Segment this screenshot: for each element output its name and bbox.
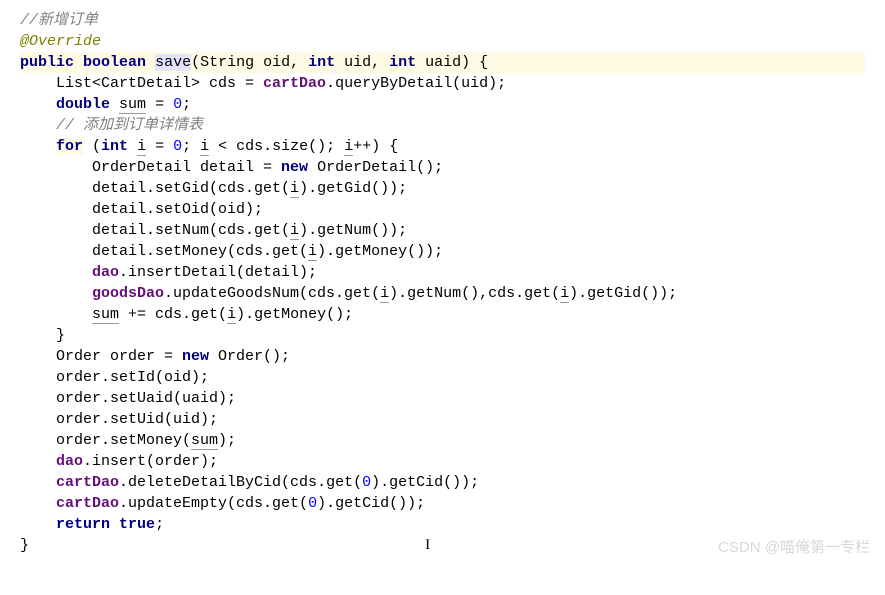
code-line: sum += cds.get(i).getMoney(); bbox=[20, 304, 865, 325]
code-line: double sum = 0; bbox=[20, 94, 865, 115]
code-line: order.setMoney(sum); bbox=[20, 430, 865, 451]
code-line: dao.insertDetail(detail); bbox=[20, 262, 865, 283]
code-line: detail.setNum(cds.get(i).getNum()); bbox=[20, 220, 865, 241]
code-line: cartDao.deleteDetailByCid(cds.get(0).get… bbox=[20, 472, 865, 493]
code-line: goodsDao.updateGoodsNum(cds.get(i).getNu… bbox=[20, 283, 865, 304]
code-line: detail.setOid(oid); bbox=[20, 199, 865, 220]
code-line: } bbox=[20, 325, 865, 346]
code-line: order.setUid(uid); bbox=[20, 409, 865, 430]
code-line: List<CartDetail> cds = cartDao.queryByDe… bbox=[20, 73, 865, 94]
code-editor[interactable]: //新增订单 @Override public boolean save(Str… bbox=[20, 10, 865, 556]
code-line: OrderDetail detail = new OrderDetail(); bbox=[20, 157, 865, 178]
code-line: for (int i = 0; i < cds.size(); i++) { bbox=[20, 136, 865, 157]
code-line: cartDao.updateEmpty(cds.get(0).getCid())… bbox=[20, 493, 865, 514]
code-line: detail.setMoney(cds.get(i).getMoney()); bbox=[20, 241, 865, 262]
code-line: Order order = new Order(); bbox=[20, 346, 865, 367]
code-line: @Override bbox=[20, 31, 865, 52]
code-line: //新增订单 bbox=[20, 10, 865, 31]
code-line: order.setUaid(uaid); bbox=[20, 388, 865, 409]
code-line: // 添加到订单详情表 bbox=[20, 115, 865, 136]
code-line: return true; bbox=[20, 514, 865, 535]
text-cursor-icon: I bbox=[425, 537, 430, 553]
code-line: dao.insert(order); bbox=[20, 451, 865, 472]
code-line: detail.setGid(cds.get(i).getGid()); bbox=[20, 178, 865, 199]
watermark-text: CSDN @喵俺第一专栏 bbox=[718, 537, 870, 558]
code-line: public boolean save(String oid, int uid,… bbox=[20, 52, 865, 73]
code-line: order.setId(oid); bbox=[20, 367, 865, 388]
